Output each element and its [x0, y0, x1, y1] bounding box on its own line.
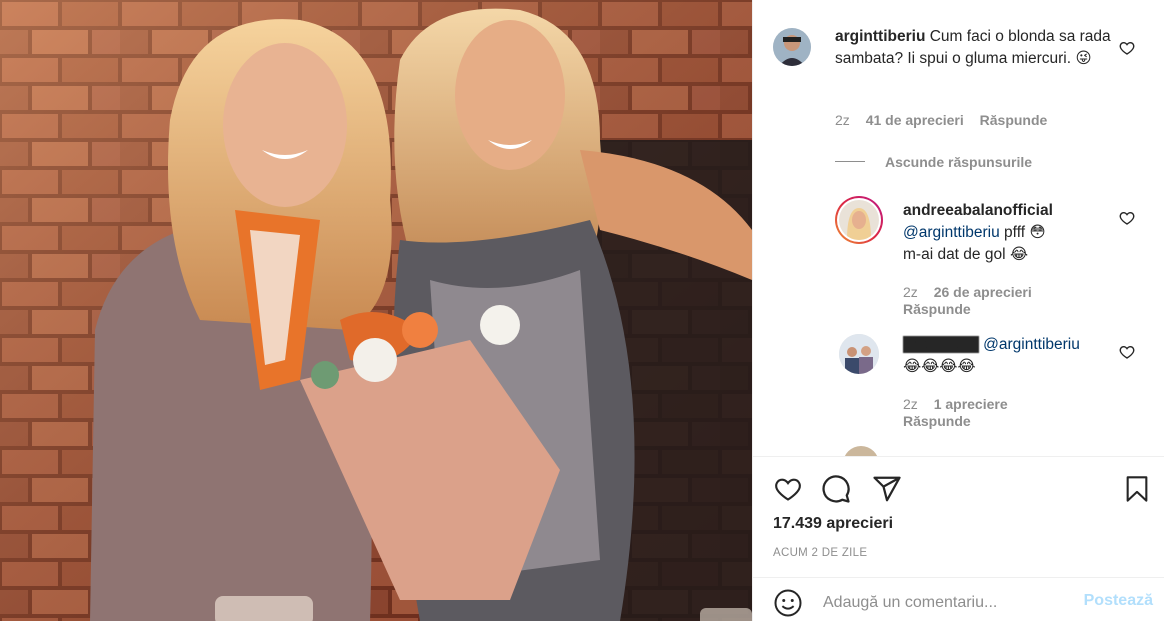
comment-age[interactable]: 2z [835, 112, 850, 128]
reply-text-2: m-ai dat de gol [903, 246, 1006, 263]
photo-illustration [0, 0, 752, 621]
comment-item: arginttiberiu Cum faci o blonda sa rada … [773, 26, 1153, 136]
reply-button[interactable]: Răspunde [903, 413, 971, 429]
post-actions-section: 17.439 aprecieri ACUM 2 DE ZILE Postează [753, 456, 1164, 621]
avatar[interactable] [773, 28, 811, 66]
comment-icon[interactable] [821, 474, 851, 504]
bookmark-icon[interactable] [1123, 473, 1151, 505]
heart-icon[interactable] [1119, 210, 1135, 226]
heart-icon[interactable] [1119, 40, 1135, 56]
reply-meta: 2z 1 apreciere Răspunde [903, 396, 1103, 430]
laughing-emojis: 😂😂😂😂 [903, 358, 976, 375]
send-icon[interactable] [871, 474, 903, 504]
reply-age[interactable]: 2z [903, 284, 918, 300]
avatar[interactable] [839, 334, 879, 374]
reply-body: andreeabalanofficial @arginttiberiu pfff… [903, 200, 1103, 266]
reply-likes[interactable]: 26 de aprecieri [934, 284, 1032, 300]
reply-text: pfff [1004, 224, 1026, 241]
divider-line [835, 161, 865, 162]
reply-button[interactable]: Răspunde [980, 112, 1048, 128]
post-side-panel: arginttiberiu Cum faci o blonda sa rada … [752, 0, 1164, 621]
add-comment-row: Postează [753, 577, 1164, 621]
avatar[interactable] [835, 196, 883, 244]
comment-body: arginttiberiu Cum faci o blonda sa rada … [835, 26, 1115, 70]
reply-button[interactable]: Răspunde [903, 301, 971, 317]
heart-icon[interactable] [1119, 344, 1135, 360]
reply-item: andreeabalanofficial @arginttiberiu pfff… [835, 196, 1155, 326]
comment-username[interactable]: arginttiberiu [835, 28, 925, 45]
reply-age[interactable]: 2z [903, 396, 918, 412]
comment-input[interactable] [823, 590, 1073, 616]
reply-meta: 2z 26 de aprecieri Răspunde [903, 284, 1103, 318]
reply-username[interactable]: anavisdan [903, 336, 979, 353]
comment-meta: 2z 41 de aprecieri Răspunde [835, 112, 1047, 129]
reply-mention[interactable]: @arginttiberiu [983, 336, 1080, 353]
heart-icon[interactable] [773, 475, 803, 503]
reply-mention[interactable]: @arginttiberiu [903, 224, 1000, 241]
post-photo[interactable] [0, 0, 752, 621]
comment-likes[interactable]: 41 de aprecieri [866, 112, 964, 128]
likes-count[interactable]: 17.439 aprecieri [773, 515, 893, 533]
post-timestamp[interactable]: ACUM 2 DE ZILE [773, 547, 867, 559]
emoji-icon[interactable] [773, 588, 803, 618]
comments-list[interactable]: arginttiberiu Cum faci o blonda sa rada … [753, 0, 1164, 456]
hide-replies-label: Ascunde răspunsurile [885, 154, 1033, 170]
reply-body: anavisdan @arginttiberiu 😂😂😂😂 [903, 334, 1113, 378]
flushed-emoji: 😳 [1029, 224, 1046, 241]
reply-item: anavisdan @arginttiberiu 😂😂😂😂 2z 1 aprec… [839, 334, 1155, 434]
avatar[interactable] [843, 446, 879, 456]
laughing-emoji: 😂 [1009, 246, 1028, 263]
post-comment-button[interactable]: Postează [1084, 592, 1153, 610]
wink-tongue-emoji: 😜 [1075, 50, 1092, 67]
reply-likes[interactable]: 1 apreciere [934, 396, 1008, 412]
reply-username[interactable]: andreeabalanofficial [903, 202, 1053, 219]
